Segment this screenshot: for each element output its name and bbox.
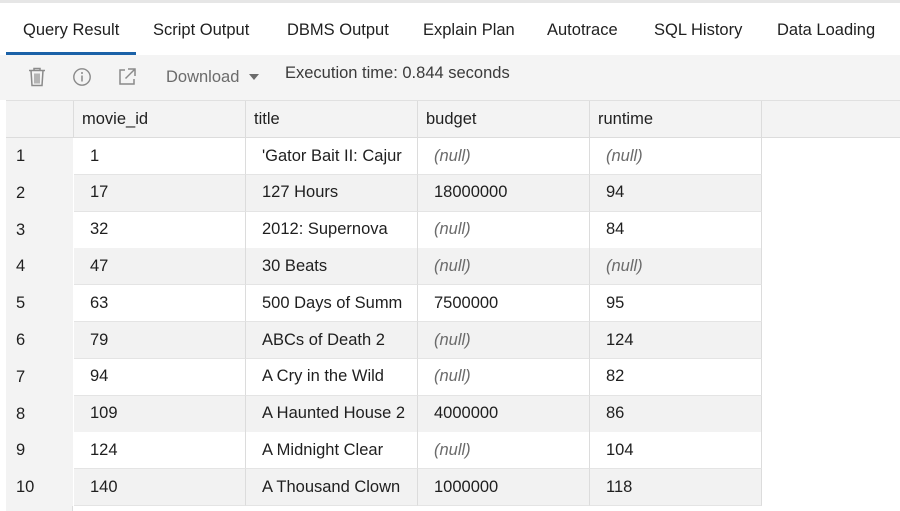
cell-title[interactable]: A Cry in the Wild (246, 358, 418, 396)
execution-time: Execution time: 0.844 seconds (285, 64, 510, 82)
cell-runtime[interactable]: (null) (590, 138, 762, 175)
tab-query-result[interactable]: Query Result (23, 6, 119, 55)
row-number: 7 (6, 358, 73, 396)
tab-label: Script Output (153, 21, 250, 39)
cell-title[interactable]: 'Gator Bait II: Cajur (246, 138, 418, 175)
result-toolbar: Download Execution time: 0.844 seconds (0, 55, 900, 100)
cell-movie-id[interactable]: 124 (74, 432, 246, 470)
cell-movie-id[interactable]: 79 (74, 322, 246, 359)
cell-movie-id[interactable]: 17 (74, 174, 246, 212)
tab-label: Data Loading (777, 21, 876, 39)
table-row[interactable]: 5 63 500 Days of Summ 7500000 95 (6, 285, 762, 323)
table-row[interactable]: 4 47 30 Beats (null) (null) (6, 248, 762, 286)
cell-budget[interactable]: (null) (418, 248, 590, 286)
cell-runtime[interactable]: (null) (590, 248, 762, 286)
cell-runtime[interactable]: 95 (590, 285, 762, 323)
cell-budget[interactable]: 7500000 (418, 285, 590, 323)
table-row[interactable]: 8 109 A Haunted House 2 4000000 86 (6, 395, 762, 433)
column-header-label: budget (426, 110, 477, 128)
cell-title[interactable]: ABCs of Death 2 (246, 322, 418, 359)
column-header-runtime[interactable]: runtime (590, 101, 762, 138)
row-number: 8 (6, 395, 73, 433)
grid-header: movie_id title budget runtime (6, 100, 900, 138)
cell-budget[interactable]: (null) (418, 432, 590, 470)
column-header-label: runtime (598, 110, 654, 128)
tab-label: Explain Plan (423, 21, 515, 39)
row-number: 10 (6, 469, 73, 507)
cell-runtime[interactable]: 104 (590, 432, 762, 470)
column-header-budget[interactable]: budget (418, 101, 590, 138)
column-header-label: title (254, 110, 280, 128)
cell-runtime[interactable]: 86 (590, 395, 762, 433)
cell-runtime[interactable]: 124 (590, 322, 762, 359)
table-row[interactable]: 7 94 A Cry in the Wild (null) 82 (6, 358, 762, 396)
row-number: 6 (6, 322, 73, 359)
row-number: 5 (6, 285, 73, 323)
cell-title[interactable]: A Haunted House 2 (246, 395, 418, 433)
cell-budget[interactable]: 4000000 (418, 395, 590, 433)
cell-movie-id[interactable]: 94 (74, 358, 246, 396)
trash-icon[interactable] (26, 66, 48, 88)
tab-explain-plan[interactable]: Explain Plan (423, 6, 515, 55)
table-row[interactable]: 10 140 A Thousand Clown 1000000 118 (6, 469, 762, 507)
row-number: 9 (6, 432, 73, 470)
cell-runtime[interactable]: 94 (590, 174, 762, 212)
column-header-label: movie_id (82, 110, 149, 128)
query-result-panel: Query Result Script Output DBMS Output E… (0, 0, 900, 511)
row-number: 2 (6, 174, 73, 212)
tab-bar: Query Result Script Output DBMS Output E… (0, 0, 900, 56)
cell-title[interactable]: 500 Days of Summ (246, 285, 418, 323)
tab-dbms-output[interactable]: DBMS Output (287, 6, 389, 55)
cell-title[interactable]: A Thousand Clown (246, 469, 418, 507)
cell-runtime[interactable]: 118 (590, 469, 762, 507)
tab-label: Autotrace (547, 21, 618, 39)
info-icon[interactable] (71, 66, 93, 88)
download-label: Download (166, 67, 240, 86)
cell-title[interactable]: 2012: Supernova (246, 211, 418, 249)
table-row[interactable]: 2 17 127 Hours 18000000 94 (6, 174, 762, 212)
cell-budget[interactable]: 1000000 (418, 469, 590, 507)
table-row[interactable]: 1 1 'Gator Bait II: Cajur (null) (null) (6, 138, 762, 175)
row-number: 4 (6, 248, 73, 286)
download-menu-button[interactable]: Download (166, 66, 260, 88)
tab-script-output[interactable]: Script Output (153, 6, 249, 55)
cell-movie-id[interactable]: 63 (74, 285, 246, 323)
table-row[interactable]: 9 124 A Midnight Clear (null) 104 (6, 432, 762, 470)
tab-data-loading[interactable]: Data Loading (777, 6, 875, 55)
cell-title[interactable]: A Midnight Clear (246, 432, 418, 470)
cell-movie-id[interactable]: 140 (74, 469, 246, 507)
tab-sql-history[interactable]: SQL History (654, 6, 742, 55)
cell-title[interactable]: 127 Hours (246, 174, 418, 212)
table-row[interactable]: 3 32 2012: Supernova (null) 84 (6, 211, 762, 249)
result-grid: movie_id title budget runtime 1 1 'Gator B… (6, 100, 900, 511)
cell-movie-id[interactable]: 1 (74, 138, 246, 175)
tab-label: DBMS Output (287, 21, 389, 39)
cell-budget[interactable]: (null) (418, 358, 590, 396)
cell-title[interactable]: 30 Beats (246, 248, 418, 286)
table-row[interactable]: 6 79 ABCs of Death 2 (null) 124 (6, 322, 762, 359)
cell-movie-id[interactable]: 109 (74, 395, 246, 433)
cell-movie-id[interactable]: 32 (74, 211, 246, 249)
caret-down-icon (249, 74, 260, 80)
column-header-movie-id[interactable]: movie_id (74, 101, 246, 138)
column-header-title[interactable]: title (246, 101, 418, 138)
cell-budget[interactable]: (null) (418, 322, 590, 359)
tab-autotrace[interactable]: Autotrace (547, 6, 618, 55)
cell-budget[interactable]: (null) (418, 211, 590, 249)
cell-budget[interactable]: (null) (418, 138, 590, 175)
tab-label: Query Result (23, 21, 120, 39)
row-number-header (6, 101, 74, 138)
cell-movie-id[interactable]: 47 (74, 248, 246, 286)
cell-budget[interactable]: 18000000 (418, 174, 590, 212)
cell-runtime[interactable]: 84 (590, 211, 762, 249)
row-number: 3 (6, 211, 73, 249)
row-number: 1 (6, 138, 73, 175)
open-external-icon[interactable] (116, 66, 138, 88)
cell-runtime[interactable]: 82 (590, 358, 762, 396)
tab-label: SQL History (654, 21, 743, 39)
